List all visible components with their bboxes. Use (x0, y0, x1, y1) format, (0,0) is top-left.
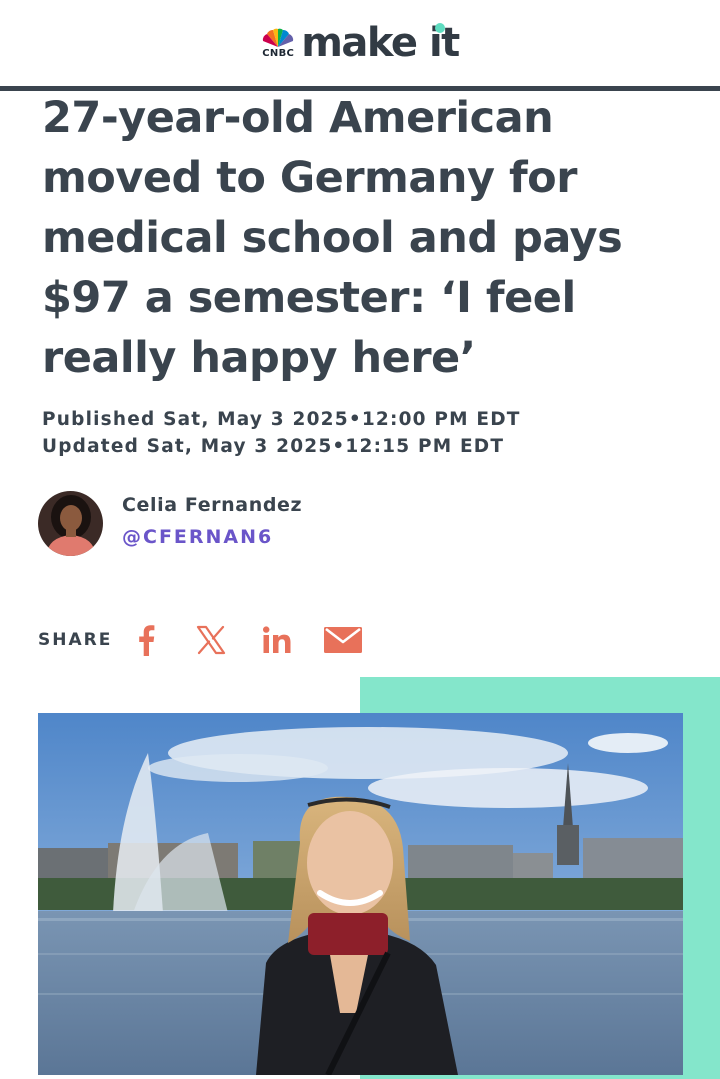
peacock-icon (263, 28, 294, 47)
article-dates: Published Sat, May 3 2025•12:00 PM EDT U… (42, 406, 521, 460)
hero-image[interactable] (38, 713, 683, 1075)
updated-date: Updated Sat, May 3 2025•12:15 PM EDT (42, 436, 505, 457)
author-handle[interactable]: @CFERNAN6 (122, 526, 273, 548)
hero-photo (38, 713, 683, 1075)
published-date: Published Sat, May 3 2025•12:00 PM EDT (42, 409, 521, 430)
linkedin-icon[interactable] (262, 624, 292, 656)
email-icon[interactable] (324, 626, 362, 654)
share-label: SHARE (38, 630, 113, 650)
makeit-dot (434, 23, 445, 33)
site-header: CNBC make it (0, 0, 720, 86)
article-headline: 27-year-old American moved to Germany fo… (42, 93, 623, 383)
makeit-wordmark: make it (301, 21, 460, 65)
author-photo (38, 491, 103, 556)
cnbc-peacock-logo: CNBC (261, 28, 295, 59)
author-name[interactable]: Celia Fernandez (122, 494, 302, 516)
article-page: CNBC make it 27-year-old American moved … (0, 0, 720, 1079)
facebook-icon[interactable] (132, 622, 160, 658)
x-icon[interactable] (194, 623, 228, 657)
cnbc-wordmark: CNBC (262, 47, 295, 59)
site-logo[interactable]: CNBC make it (261, 21, 460, 65)
author-avatar[interactable] (38, 491, 103, 556)
